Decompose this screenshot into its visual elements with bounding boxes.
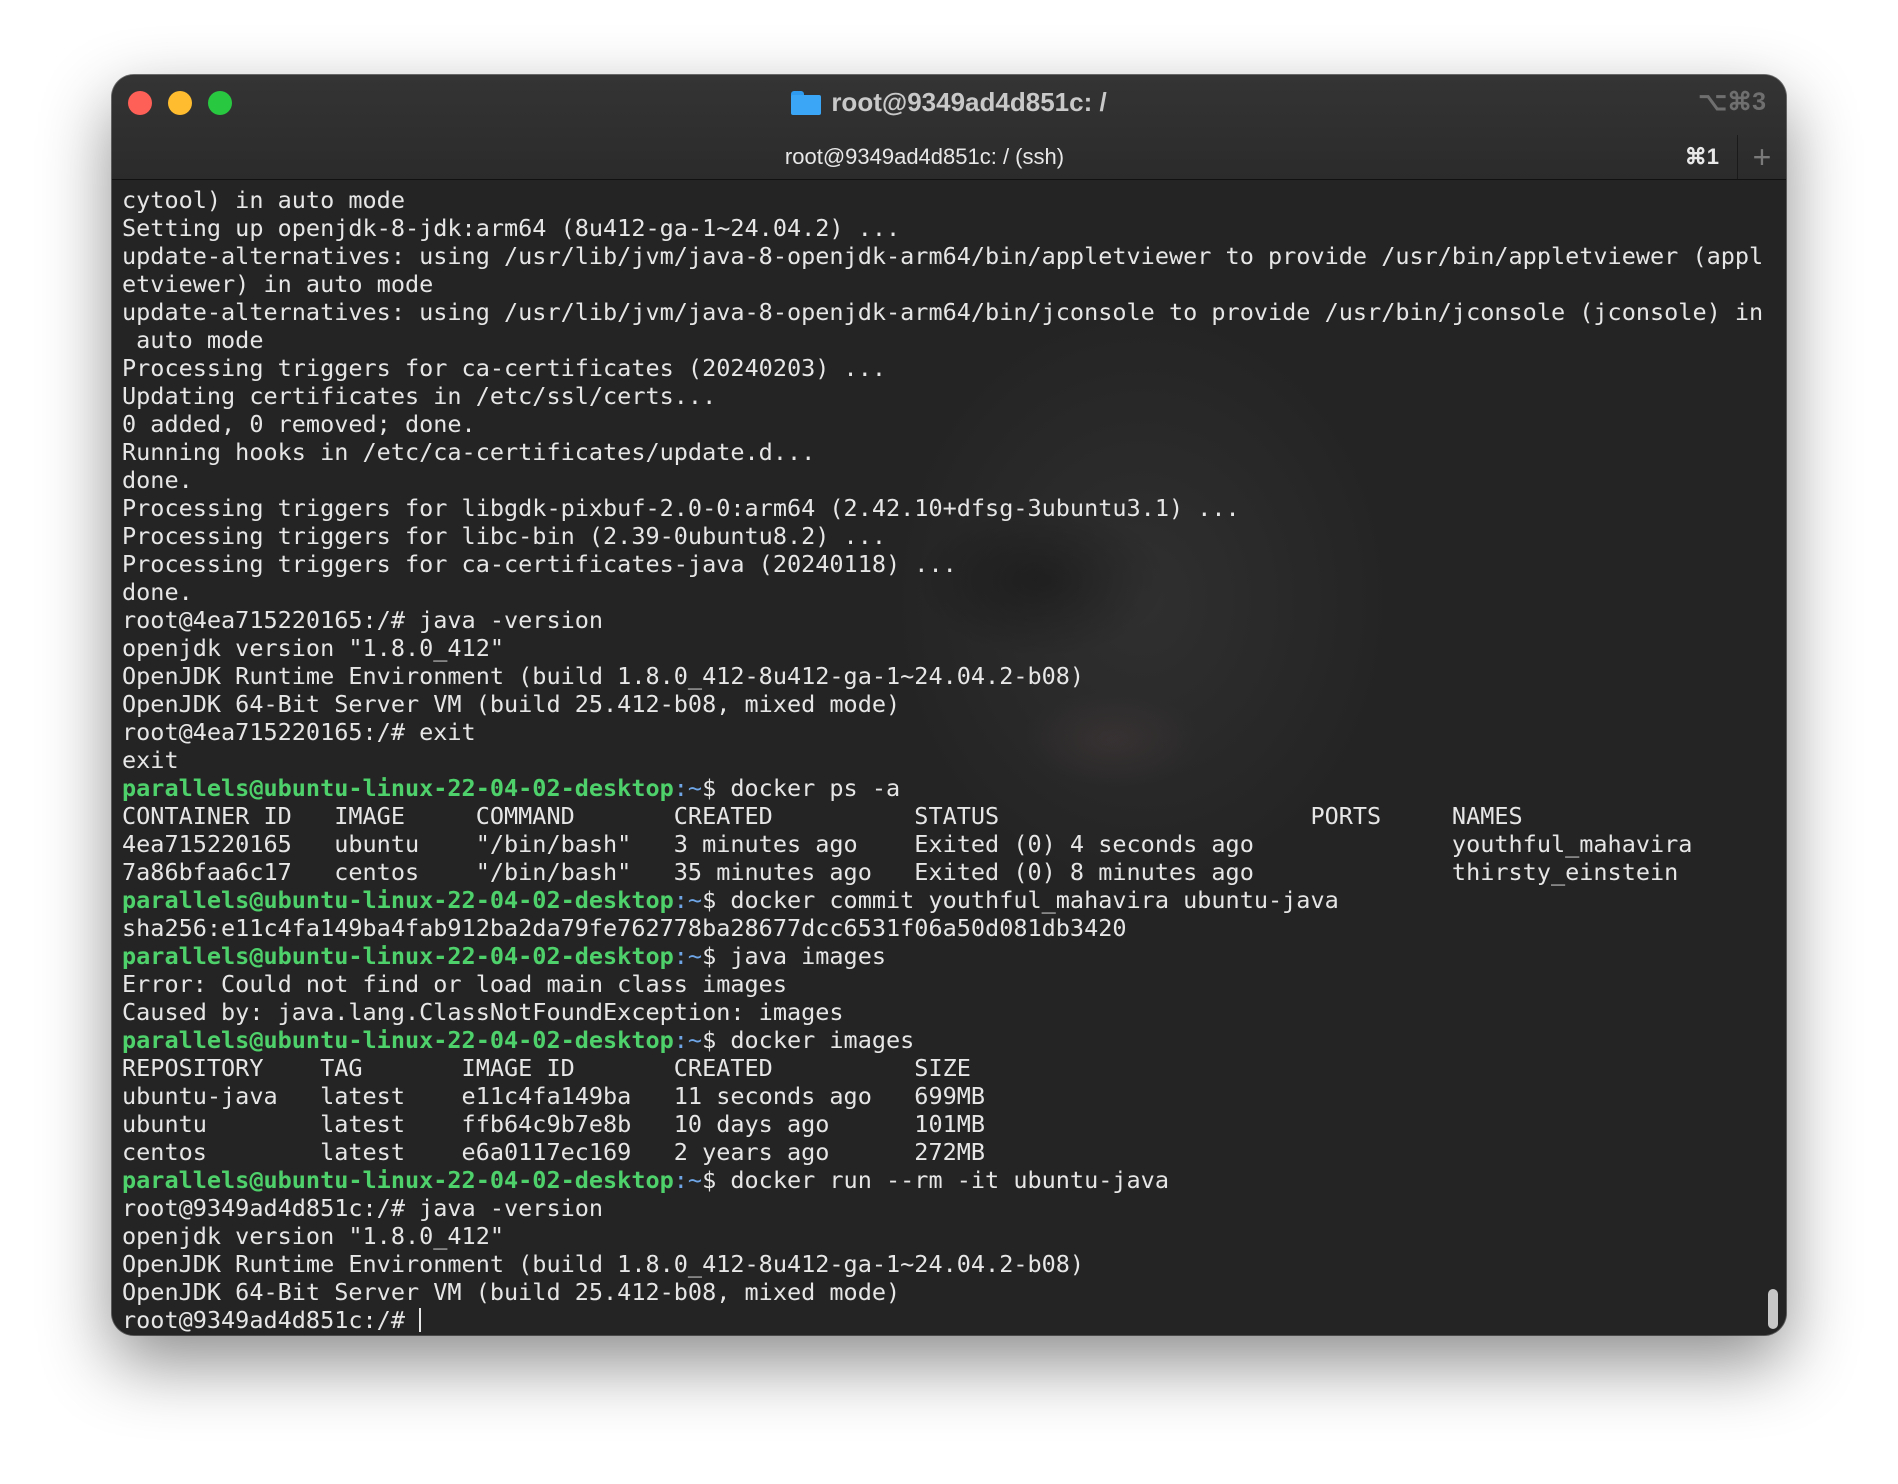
scroll-thumb[interactable] bbox=[1768, 1289, 1778, 1329]
output-line: done. bbox=[122, 466, 193, 494]
output-line: Caused by: java.lang.ClassNotFoundExcept… bbox=[122, 998, 844, 1026]
folder-icon bbox=[791, 90, 822, 115]
output-line: Error: Could not find or load main class… bbox=[122, 970, 787, 998]
prompt-user: parallels@ubuntu-linux-22-04-02-desktop bbox=[122, 886, 674, 914]
window-title: root@9349ad4d851c: / bbox=[831, 87, 1107, 117]
current-prompt-line[interactable]: root@9349ad4d851c:/# bbox=[122, 1306, 1750, 1334]
output-line: auto mode bbox=[122, 326, 264, 354]
tab-bar: root@9349ad4d851c: / (ssh) ⌘1 + bbox=[112, 135, 1786, 179]
output-line: cytool) in auto mode bbox=[122, 186, 405, 214]
output-line: REPOSITORY TAG IMAGE ID CREATED SIZE bbox=[122, 1054, 971, 1082]
prompt-user: parallels@ubuntu-linux-22-04-02-desktop bbox=[122, 774, 674, 802]
prompt-line: parallels@ubuntu-linux-22-04-02-desktop:… bbox=[122, 942, 1750, 970]
output-line: exit bbox=[122, 746, 179, 774]
prompt-path: :~ bbox=[673, 774, 703, 802]
output-line: ubuntu latest ffb64c9b7e8b 10 days ago 1… bbox=[122, 1110, 986, 1138]
output-line: OpenJDK Runtime Environment (build 1.8.0… bbox=[122, 662, 1085, 690]
output-line: 7a86bfaa6c17 centos "/bin/bash" 35 minut… bbox=[122, 858, 1679, 886]
output-line: Updating certificates in /etc/ssl/certs.… bbox=[122, 382, 717, 410]
prompt-line: parallels@ubuntu-linux-22-04-02-desktop:… bbox=[122, 1026, 1750, 1054]
prompt-path: :~ bbox=[673, 1166, 703, 1194]
command-text: $ docker run --rm -it ubuntu-java bbox=[702, 1166, 1169, 1194]
output-line: sha256:e11c4fa149ba4fab912ba2da79fe76277… bbox=[122, 914, 1127, 942]
output-line: openjdk version "1.8.0_412" bbox=[122, 1222, 505, 1250]
command-text: $ docker ps -a bbox=[702, 774, 901, 802]
output-line: Processing triggers for ca-certificates … bbox=[122, 354, 887, 382]
prompt-line: parallels@ubuntu-linux-22-04-02-desktop:… bbox=[122, 774, 1750, 802]
output-line: done. bbox=[122, 578, 193, 606]
output-line: Setting up openjdk-8-jdk:arm64 (8u412-ga… bbox=[122, 214, 901, 242]
window-shortcut: ⌥⌘3 bbox=[1698, 88, 1766, 116]
prompt-user: parallels@ubuntu-linux-22-04-02-desktop bbox=[122, 942, 674, 970]
output-line: 4ea715220165 ubuntu "/bin/bash" 3 minute… bbox=[122, 830, 1693, 858]
output-line: OpenJDK Runtime Environment (build 1.8.0… bbox=[122, 1250, 1085, 1278]
tab-ssh[interactable]: root@9349ad4d851c: / (ssh) ⌘1 bbox=[112, 135, 1737, 179]
tab-label: root@9349ad4d851c: / (ssh) bbox=[784, 144, 1065, 169]
text-cursor bbox=[419, 1308, 422, 1332]
scrollbar[interactable] bbox=[1764, 180, 1780, 1335]
window-title-area: root@9349ad4d851c: / bbox=[112, 87, 1786, 118]
terminal-output[interactable]: cytool) in auto mode Setting up openjdk-8… bbox=[122, 186, 1764, 1334]
output-line: Running hooks in /etc/ca-certificates/up… bbox=[122, 438, 816, 466]
output-line: openjdk version "1.8.0_412" bbox=[122, 634, 505, 662]
output-line: Processing triggers for ca-certificates-… bbox=[122, 550, 957, 578]
command-text: $ docker commit youthful_mahavira ubuntu… bbox=[702, 886, 1339, 914]
output-line: CONTAINER ID IMAGE COMMAND CREATED STATU… bbox=[122, 802, 1523, 830]
output-line: root@4ea715220165:/# java -version bbox=[122, 606, 604, 634]
output-line: ubuntu-java latest e11c4fa149ba 11 secon… bbox=[122, 1082, 986, 1110]
prompt-user: parallels@ubuntu-linux-22-04-02-desktop bbox=[122, 1166, 674, 1194]
plus-icon: + bbox=[1752, 138, 1772, 175]
current-prompt: root@9349ad4d851c:/# bbox=[122, 1306, 420, 1334]
command-text: $ docker images bbox=[702, 1026, 915, 1054]
output-line: Processing triggers for libc-bin (2.39-0… bbox=[122, 522, 887, 550]
title-bar: root@9349ad4d851c: / ⌥⌘3 root@9349ad4d85… bbox=[112, 75, 1786, 180]
output-line: update-alternatives: using /usr/lib/jvm/… bbox=[122, 242, 1764, 270]
prompt-user: parallels@ubuntu-linux-22-04-02-desktop bbox=[122, 1026, 674, 1054]
output-line: etviewer) in auto mode bbox=[122, 270, 434, 298]
tab-shortcut: ⌘1 bbox=[1684, 144, 1719, 169]
prompt-path: :~ bbox=[673, 886, 703, 914]
output-line: 0 added, 0 removed; done. bbox=[122, 410, 476, 438]
prompt-path: :~ bbox=[673, 942, 703, 970]
output-line: OpenJDK 64-Bit Server VM (build 25.412-b… bbox=[122, 1278, 901, 1306]
command-text: $ java images bbox=[702, 942, 887, 970]
output-line: update-alternatives: using /usr/lib/jvm/… bbox=[122, 298, 1764, 326]
terminal-area[interactable]: cytool) in auto mode Setting up openjdk-8… bbox=[112, 180, 1786, 1335]
output-line: root@9349ad4d851c:/# java -version bbox=[122, 1194, 604, 1222]
prompt-line: parallels@ubuntu-linux-22-04-02-desktop:… bbox=[122, 1166, 1750, 1194]
prompt-line: parallels@ubuntu-linux-22-04-02-desktop:… bbox=[122, 886, 1750, 914]
output-line: Processing triggers for libgdk-pixbuf-2.… bbox=[122, 494, 1240, 522]
new-tab-button[interactable]: + bbox=[1737, 135, 1786, 179]
output-line: centos latest e6a0117ec169 2 years ago 2… bbox=[122, 1138, 986, 1166]
output-line: OpenJDK 64-Bit Server VM (build 25.412-b… bbox=[122, 690, 901, 718]
output-line: root@4ea715220165:/# exit bbox=[122, 718, 476, 746]
terminal-window: root@9349ad4d851c: / ⌥⌘3 root@9349ad4d85… bbox=[112, 75, 1786, 1335]
prompt-path: :~ bbox=[673, 1026, 703, 1054]
